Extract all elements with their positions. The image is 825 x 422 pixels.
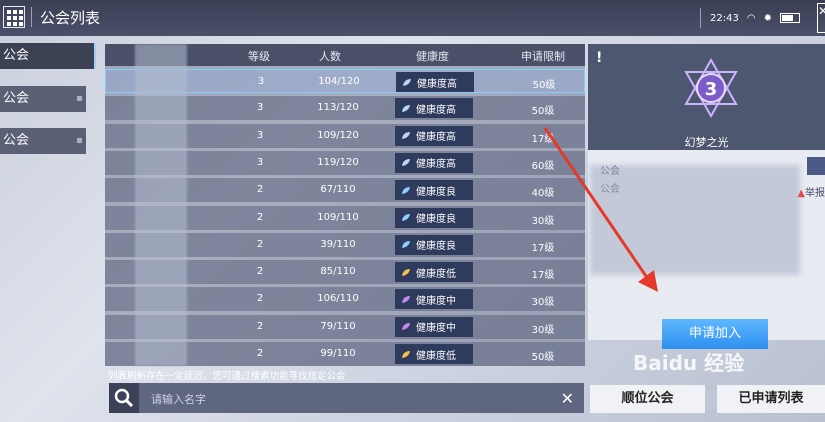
red-arrow-annotation	[543, 127, 658, 292]
